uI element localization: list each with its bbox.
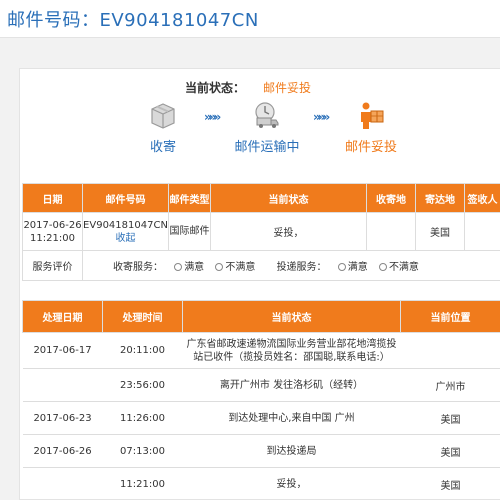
history-status: 到达处理中心,来自中国 广州 — [182, 401, 401, 435]
summary-number-cell: EV904181047CN 收起 — [82, 212, 169, 251]
page-title: 邮件号码：EV904181047CN — [7, 10, 259, 31]
history-time: 07:13:00 — [102, 434, 183, 468]
history-row: 2017-06-17 20:11:00 广东省邮政速递物流国际业务营业部花地湾揽… — [22, 332, 500, 369]
history-time: 20:11:00 — [102, 332, 183, 369]
delivery-truck-icon — [255, 102, 279, 128]
step-collect-label: 收寄 — [149, 140, 176, 155]
summary-header-row: 日期 邮件号码 邮件类型 当前状态 收寄地 寄达地 签收人 — [22, 183, 500, 213]
history-status: 广东省邮政速递物流国际业务营业部花地湾揽投站已收件（揽投员姓名：邵国聪,联系电话… — [182, 332, 401, 369]
summary-table: 日期 邮件号码 邮件类型 当前状态 收寄地 寄达地 签收人 2017-06-26… — [22, 183, 500, 281]
step-delivered-label: 邮件妥投 — [344, 140, 397, 155]
current-status-label: 当前状态： — [185, 81, 246, 95]
evaluation-row: 服务评价 收寄服务： 满意 不满意 投递服务： 满意 不满意 — [22, 250, 500, 281]
history-date: 2017-06-17 — [22, 332, 103, 369]
summary-type: 国际邮件 — [168, 212, 211, 251]
history-location: 广州市 — [400, 368, 500, 402]
col-number: 邮件号码 — [82, 183, 169, 213]
col-process-time: 处理时间 — [102, 300, 183, 333]
col-origin: 收寄地 — [366, 183, 416, 213]
collect-service-label: 收寄服务： — [113, 262, 163, 273]
step-collect: 收寄 — [140, 100, 186, 155]
history-location: 美国 — [400, 467, 500, 500]
col-current-location: 当前位置 — [400, 300, 500, 333]
summary-origin — [366, 212, 416, 251]
history-status: 妥投， — [182, 467, 401, 500]
current-status: 当前状态： 邮件妥投 — [185, 79, 311, 96]
summary-destination: 美国 — [415, 212, 465, 251]
current-status-value: 邮件妥投 — [263, 81, 312, 95]
history-table: 处理日期 处理时间 当前状态 当前位置 2017-06-17 20:11:00 … — [22, 300, 500, 500]
collect-satisfied-radio[interactable] — [174, 263, 183, 271]
history-row: 2017-06-23 11:26:00 到达处理中心,来自中国 广州 美国 — [22, 401, 500, 435]
box-icon — [151, 103, 175, 129]
collect-satisfied-label: 满意 — [184, 262, 205, 273]
history-date — [22, 467, 103, 500]
deliver-service-label: 投递服务： — [276, 262, 327, 273]
step-transit: 邮件运输中 — [230, 100, 304, 155]
summary-row: 2017-06-26 11:21:00 EV904181047CN 收起 国际邮… — [22, 212, 500, 251]
collapse-link[interactable]: 收起 — [116, 233, 136, 244]
history-time: 11:26:00 — [102, 401, 183, 435]
deliver-unsatisfied-label: 不满意 — [388, 262, 419, 273]
history-location: 美国 — [400, 401, 500, 435]
col-date: 日期 — [22, 183, 83, 213]
arrow-1-icon: »»» — [204, 110, 221, 124]
col-current-status: 当前状态 — [182, 300, 401, 333]
arrow-2-icon: »»» — [313, 110, 330, 124]
summary-status: 妥投， — [210, 212, 367, 251]
summary-number: EV904181047CN — [83, 219, 168, 231]
col-signer: 签收人 — [464, 183, 500, 213]
page-header: 邮件号码：EV904181047CN — [0, 0, 500, 38]
col-destination: 寄达地 — [415, 183, 465, 213]
courier-person-icon — [361, 102, 384, 129]
history-date — [22, 368, 103, 402]
col-process-date: 处理日期 — [22, 300, 103, 333]
history-time: 11:21:00 — [102, 467, 183, 500]
history-row: 11:21:00 妥投， 美国 — [22, 467, 500, 500]
history-row: 23:56:00 离开广州市 发往洛杉矶（经转） 广州市 — [22, 368, 500, 402]
summary-date: 2017-06-26 11:21:00 — [22, 212, 83, 251]
history-location — [400, 332, 500, 369]
history-row: 2017-06-26 07:13:00 到达投递局 美国 — [22, 434, 500, 468]
history-location: 美国 — [400, 434, 500, 468]
step-delivered: 邮件妥投 — [340, 100, 402, 155]
history-status: 到达投递局 — [182, 434, 401, 468]
history-date: 2017-06-26 — [22, 434, 103, 468]
history-time: 23:56:00 — [102, 368, 183, 402]
deliver-satisfied-label: 满意 — [347, 262, 368, 273]
deliver-satisfied-radio[interactable] — [337, 263, 346, 271]
collect-unsatisfied-label: 不满意 — [225, 262, 256, 273]
collect-unsatisfied-radio[interactable] — [215, 263, 224, 271]
evaluation-options: 收寄服务： 满意 不满意 投递服务： 满意 不满意 — [82, 250, 500, 281]
history-status: 离开广州市 发往洛杉矶（经转） — [182, 368, 401, 402]
col-status: 当前状态 — [210, 183, 367, 213]
col-type: 邮件类型 — [168, 183, 211, 213]
evaluation-label: 服务评价 — [22, 250, 83, 281]
deliver-unsatisfied-radio[interactable] — [378, 263, 387, 271]
history-date: 2017-06-23 — [22, 401, 103, 435]
summary-signer — [464, 212, 500, 251]
step-transit-label: 邮件运输中 — [234, 140, 300, 155]
history-header-row: 处理日期 处理时间 当前状态 当前位置 — [22, 300, 500, 333]
